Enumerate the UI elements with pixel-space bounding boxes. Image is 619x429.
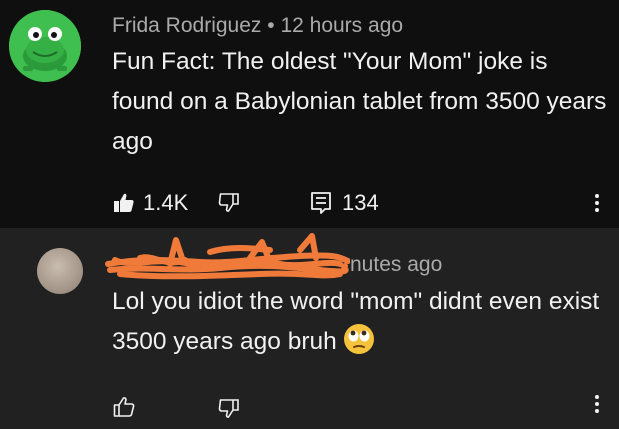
kebab-menu-icon[interactable] bbox=[594, 392, 600, 416]
reply-count: 134 bbox=[342, 190, 379, 215]
comment-top: Frida Rodriguez • 12 hours ago Fun Fact:… bbox=[0, 0, 619, 228]
kebab-menu-icon[interactable] bbox=[594, 191, 600, 215]
like-button[interactable]: 1.4K bbox=[112, 190, 188, 216]
replies-button[interactable]: 134 bbox=[310, 190, 379, 216]
reply-like-button[interactable] bbox=[112, 395, 136, 419]
separator: • bbox=[267, 14, 275, 37]
frog-avatar-icon[interactable] bbox=[9, 10, 81, 82]
comment-text: Fun Fact: The oldest "Your Mom" joke is … bbox=[112, 48, 607, 155]
partial-timestamp[interactable]: nutes ago bbox=[350, 253, 442, 277]
reply-text: Lol you idiot the word "mom" didnt even … bbox=[112, 288, 600, 355]
thumbs-up-icon bbox=[113, 397, 135, 417]
timestamp[interactable]: 12 hours ago bbox=[280, 14, 403, 37]
author-name[interactable]: Frida Rodriguez bbox=[112, 14, 261, 37]
redaction-scribble bbox=[105, 233, 350, 280]
blurred-avatar-icon[interactable] bbox=[37, 248, 83, 294]
thumbs-down-icon bbox=[218, 399, 239, 418]
dislike-button[interactable] bbox=[217, 190, 241, 214]
thumbs-down-icon bbox=[218, 193, 239, 212]
comment-icon bbox=[311, 192, 331, 214]
like-count: 1.4K bbox=[143, 190, 189, 215]
thumbs-up-icon bbox=[114, 193, 134, 212]
face-with-rolling-eyes-icon bbox=[343, 324, 374, 354]
reply-dislike-button[interactable] bbox=[217, 396, 241, 420]
comment-meta: Frida Rodriguez • 12 hours ago bbox=[112, 14, 403, 38]
